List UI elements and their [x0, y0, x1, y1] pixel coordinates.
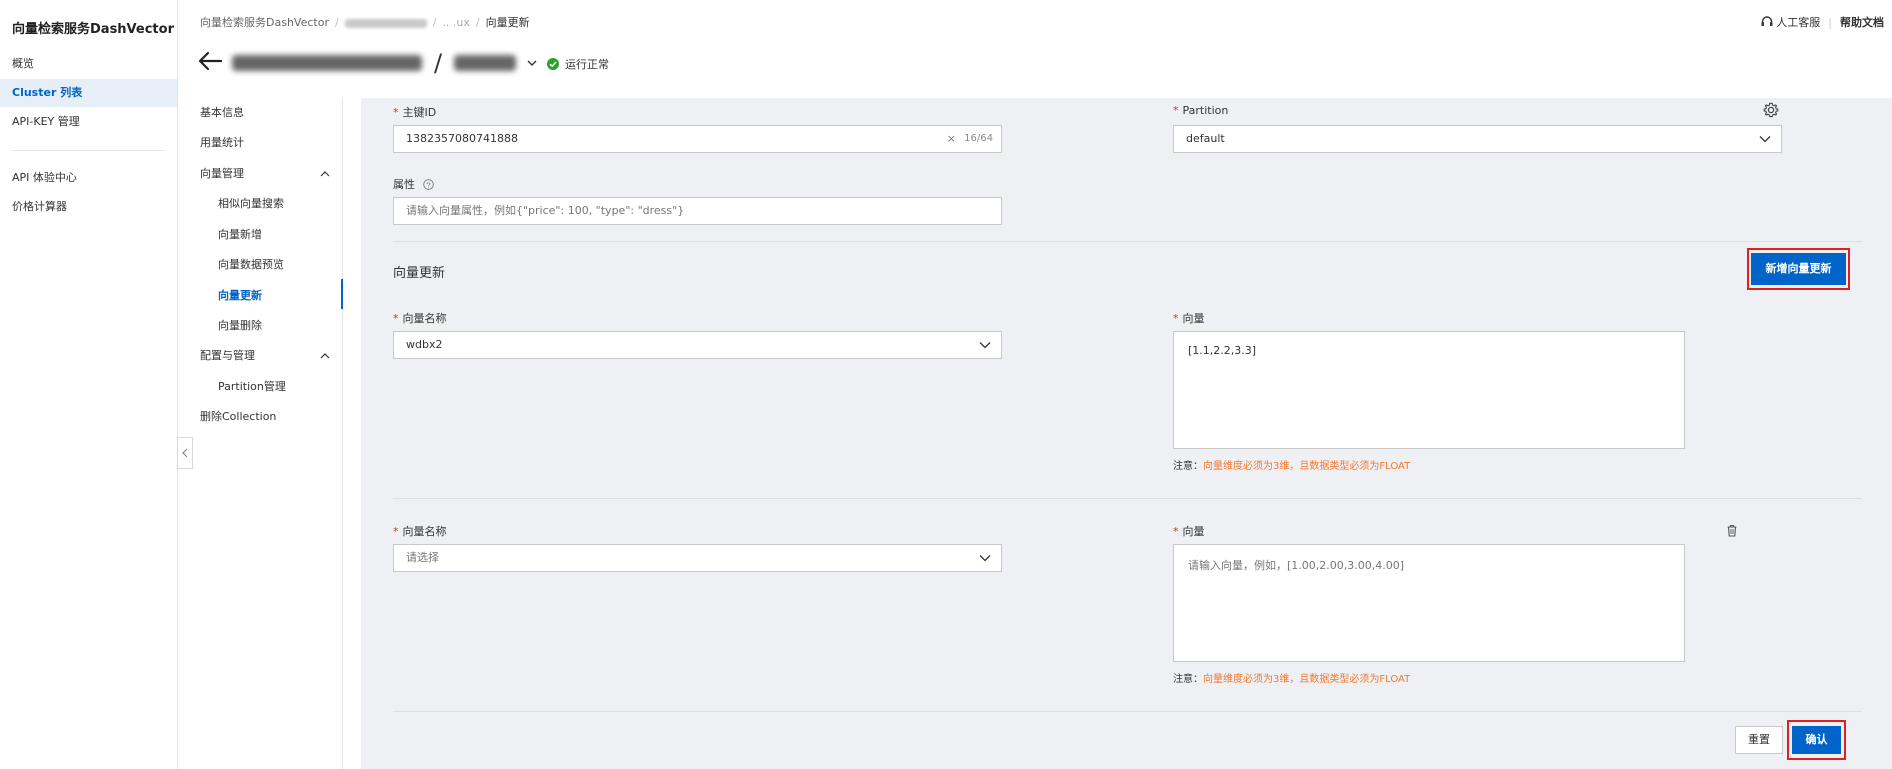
vector-name-label: * 向量名称 — [393, 312, 447, 325]
attributes-input[interactable]: 请输入向量属性，例如{"price": 100, "type": "dress"… — [393, 197, 1002, 225]
subnav-config-mgmt[interactable]: 配置与管理 — [178, 343, 342, 369]
trash-icon[interactable] — [1726, 524, 1738, 537]
attributes-label: 属性 ? — [393, 176, 434, 192]
subnav-data-preview[interactable]: 向量数据预览 — [178, 252, 342, 278]
reset-button[interactable]: 重置 — [1735, 726, 1783, 754]
breadcrumb-collection[interactable]: .. .ux — [442, 16, 469, 29]
main-panel: * 主键ID 1382357080741888 × 16/64 * Partitio… — [361, 98, 1892, 769]
cluster-name-blurred — [232, 55, 422, 71]
primary-key-input[interactable]: 1382357080741888 × 16/64 — [393, 125, 1002, 153]
status-badge: 运行正常 — [547, 56, 609, 72]
primary-key-value: 1382357080741888 — [406, 132, 518, 145]
subnav-vector-mgmt[interactable]: 向量管理 — [178, 161, 342, 187]
chevron-down-icon — [979, 555, 991, 562]
add-vector-update-button[interactable]: 新增向量更新 — [1751, 253, 1846, 285]
subnav-vector-update[interactable]: 向量更新 — [178, 283, 342, 309]
vector-textarea[interactable]: [1.1,2.2,3.3] — [1173, 331, 1685, 449]
sidebar-divider — [12, 150, 165, 151]
vector-label: * 向量 — [1173, 312, 1205, 325]
primary-key-label: * 主键ID — [393, 106, 437, 119]
breadcrumb-cluster-blurred[interactable] — [344, 18, 427, 28]
sidebar-item-api-key[interactable]: API-KEY 管理 — [0, 108, 177, 136]
top-links: 人工客服 | 帮助文档 — [1761, 14, 1884, 30]
clear-icon[interactable]: × — [947, 126, 956, 152]
partition-label: * Partition — [1173, 104, 1229, 117]
subnav-similar-search[interactable]: 相似向量搜索 — [178, 191, 342, 217]
vector-note: 注意：向量维度必须为3维，且数据类型必须为FLOAT — [1173, 674, 1411, 685]
collapse-sidebar-button[interactable] — [177, 437, 193, 469]
vector-name-select[interactable]: wdbx2 — [393, 331, 1002, 359]
left-sidebar: 向量检索服务DashVector 概览 Cluster 列表 API-KEY 管… — [0, 0, 178, 769]
active-indicator — [341, 279, 343, 309]
row-divider — [393, 498, 1862, 499]
docs-link[interactable]: 帮助文档 — [1840, 16, 1884, 29]
vector-label: * 向量 — [1173, 525, 1205, 538]
chevron-down-icon — [979, 342, 991, 349]
confirm-button[interactable]: 确认 — [1792, 726, 1841, 754]
vector-textarea[interactable]: 请输入向量，例如，[1.00,2.00,3.00,4.00] — [1173, 544, 1685, 662]
section-divider — [393, 241, 1862, 242]
subnav-config-mgmt-label: 配置与管理 — [200, 349, 255, 362]
gear-icon[interactable] — [1763, 102, 1779, 118]
collection-subnav: 基本信息 用量统计 向量管理 相似向量搜索 向量新增 向量数据预览 向量更新 向… — [178, 98, 343, 769]
page-title: / — [232, 48, 538, 78]
breadcrumb-current: 向量更新 — [485, 16, 530, 29]
subnav-vector-add[interactable]: 向量新增 — [178, 222, 342, 248]
footer-divider — [393, 711, 1862, 712]
char-counter: 16/64 — [964, 133, 993, 144]
subnav-basic-info[interactable]: 基本信息 — [178, 100, 342, 126]
chevron-left-icon — [182, 448, 188, 458]
subnav-usage[interactable]: 用量统计 — [178, 130, 342, 156]
support-link[interactable]: 人工客服 — [1776, 16, 1820, 29]
sidebar-item-overview[interactable]: 概览 — [0, 50, 177, 78]
help-icon[interactable]: ? — [422, 179, 434, 190]
subnav-vector-mgmt-label: 向量管理 — [200, 167, 244, 180]
vector-section-title: 向量更新 — [393, 266, 446, 281]
breadcrumb: 向量检索服务DashVector / /.. .ux / 向量更新 — [200, 16, 530, 29]
chevron-down-icon[interactable] — [526, 57, 538, 69]
subnav-delete-collection[interactable]: 删除Collection — [178, 404, 342, 430]
collection-name-blurred — [454, 55, 517, 71]
svg-text:?: ? — [426, 180, 430, 189]
breadcrumb-root[interactable]: 向量检索服务DashVector — [200, 16, 329, 29]
sidebar-item-api-playground[interactable]: API 体验中心 — [0, 164, 177, 192]
app-title: 向量检索服务DashVector — [12, 22, 174, 37]
subnav-partition-mgmt[interactable]: Partition管理 — [178, 374, 342, 400]
chevron-down-icon — [1759, 136, 1771, 143]
vector-note: 注意：向量维度必须为3维，且数据类型必须为FLOAT — [1173, 461, 1411, 472]
vector-name-value: wdbx2 — [406, 338, 443, 351]
headset-icon — [1761, 16, 1773, 26]
vector-name-label: * 向量名称 — [393, 525, 447, 538]
sidebar-item-cluster-list[interactable]: Cluster 列表 — [0, 79, 177, 107]
chevron-up-icon[interactable] — [320, 352, 330, 360]
chevron-up-icon[interactable] — [320, 170, 330, 178]
vector-name-placeholder: 请选择 — [406, 551, 439, 564]
status-text: 运行正常 — [565, 58, 609, 71]
vector-name-select[interactable]: 请选择 — [393, 544, 1002, 572]
subnav-vector-delete[interactable]: 向量删除 — [178, 313, 342, 339]
form-card: * 主键ID 1382357080741888 × 16/64 * Partitio… — [361, 98, 1892, 769]
partition-select[interactable]: default — [1173, 125, 1782, 153]
partition-value: default — [1186, 132, 1225, 145]
sidebar-item-price-calculator[interactable]: 价格计算器 — [0, 193, 177, 221]
check-circle-icon — [547, 58, 559, 70]
back-arrow-icon[interactable] — [197, 50, 223, 72]
